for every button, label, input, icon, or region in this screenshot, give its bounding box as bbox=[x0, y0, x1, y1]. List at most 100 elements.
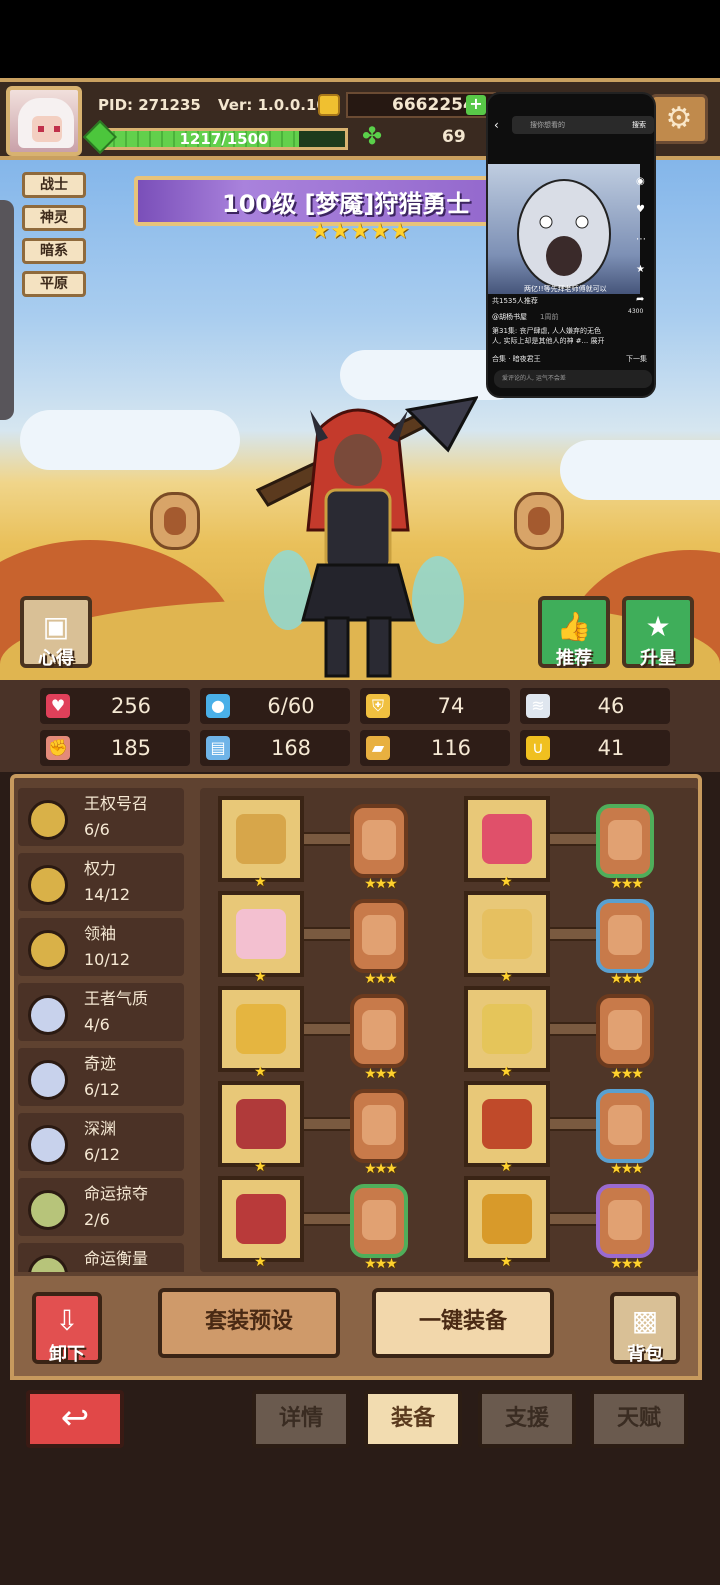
equipment-slot[interactable]: ★ bbox=[218, 796, 304, 890]
right-relic-slot[interactable] bbox=[514, 492, 564, 550]
auto-equip-button[interactable]: 一键装备 bbox=[372, 1288, 554, 1358]
equipment-item-icon bbox=[236, 1099, 286, 1149]
rune-slot[interactable]: ★★★ bbox=[596, 1089, 654, 1177]
equipment-slot[interactable]: ★ bbox=[218, 986, 304, 1080]
rune-slot[interactable]: ★★★ bbox=[350, 994, 408, 1082]
equipment-slot[interactable]: ★ bbox=[464, 986, 550, 1080]
share-icon[interactable]: ➦ bbox=[636, 294, 644, 305]
equipment-slot[interactable]: ★ bbox=[218, 891, 304, 985]
set-bonus-item[interactable]: 命运掠夺 2/6 bbox=[18, 1178, 184, 1236]
equipment-slot[interactable]: ★ bbox=[464, 1176, 550, 1270]
insight-button[interactable]: ▣ 心得 bbox=[20, 596, 92, 669]
unequip-button[interactable]: ⇩ 卸下 bbox=[32, 1292, 102, 1365]
equipment-slot[interactable]: ★ bbox=[464, 891, 550, 985]
rune-slot[interactable]: ★★★ bbox=[350, 899, 408, 987]
slot-connector bbox=[550, 1117, 600, 1131]
comment-input[interactable]: 爱评论的人, 运气不会差 bbox=[494, 370, 652, 388]
set-bonus-item[interactable]: 领袖 10/12 bbox=[18, 918, 184, 976]
stat-cell[interactable]: ♥ 256 bbox=[40, 688, 190, 724]
player-id: PID: 271235 bbox=[98, 96, 201, 114]
item-star-icon: ★ bbox=[254, 1254, 267, 1270]
recommend-button[interactable]: 👍 推荐 bbox=[538, 596, 610, 669]
rune-icon bbox=[362, 915, 396, 955]
set-progress: 6/12 bbox=[84, 1145, 120, 1164]
back-arrow-icon[interactable]: ‹ bbox=[494, 116, 499, 134]
settings-gear-button[interactable]: ⚙ bbox=[650, 94, 708, 144]
set-emblem-icon bbox=[28, 800, 68, 840]
comment-icon[interactable]: ⋯ bbox=[636, 234, 646, 245]
equipment-slot[interactable]: ★ bbox=[464, 796, 550, 890]
rune-slot[interactable]: ★★★ bbox=[350, 804, 408, 892]
set-bonus-item[interactable]: 权力 14/12 bbox=[18, 853, 184, 911]
equipment-slot[interactable]: ★ bbox=[464, 1081, 550, 1175]
item-star-icon: ★ bbox=[500, 1064, 513, 1080]
stat-cell[interactable]: ✊ 185 bbox=[40, 730, 190, 766]
terrain-tag[interactable]: 平原 bbox=[22, 271, 86, 297]
set-bonus-item[interactable]: 奇迹 6/12 bbox=[18, 1048, 184, 1106]
floating-video-window[interactable]: ‹ 搜你想看的 搜索 ◉ ♥ ⋯ ★ ➦ 4300 两亿!!等先拜老师傅就可以 … bbox=[486, 92, 656, 398]
star-up-button[interactable]: ★ 升星 bbox=[622, 596, 694, 669]
equipment-slot[interactable]: ★ bbox=[218, 1176, 304, 1270]
xp-bar: 1217/1500 bbox=[100, 128, 348, 150]
rune-star-icon: ★★★ bbox=[610, 1161, 644, 1177]
rune-slot[interactable]: ★★★ bbox=[596, 994, 654, 1082]
slot-connector bbox=[304, 832, 354, 846]
set-bonus-item[interactable]: 王者气质 4/6 bbox=[18, 983, 184, 1041]
recommend-count[interactable]: 共1535人推荐 bbox=[492, 296, 538, 306]
set-emblem-icon bbox=[28, 930, 68, 970]
class-tag[interactable]: 战士 bbox=[22, 172, 86, 198]
rune-slot[interactable]: ★★★ bbox=[350, 1089, 408, 1177]
item-star-icon: ★ bbox=[500, 969, 513, 985]
rune-slot[interactable]: ★★★ bbox=[350, 1184, 408, 1272]
slot-connector bbox=[550, 1212, 600, 1226]
rune-slot[interactable]: ★★★ bbox=[596, 804, 654, 892]
set-preset-button[interactable]: 套装预设 bbox=[158, 1288, 340, 1358]
rune-slot[interactable]: ★★★ bbox=[596, 1184, 654, 1272]
stat-cell[interactable]: ≋ 46 bbox=[520, 688, 670, 724]
tab-talent[interactable]: 天赋 bbox=[590, 1390, 688, 1448]
video-frame[interactable] bbox=[488, 164, 640, 294]
next-episode-button[interactable]: 下一集 bbox=[626, 354, 647, 364]
cloud bbox=[20, 410, 240, 470]
side-drawer-handle[interactable] bbox=[0, 200, 14, 420]
set-name: 权力 bbox=[84, 859, 117, 878]
tab-support[interactable]: 支援 bbox=[478, 1390, 576, 1448]
bag-button[interactable]: ▩ 背包 bbox=[610, 1292, 680, 1365]
add-coins-icon[interactable]: + bbox=[466, 95, 486, 115]
set-bonus-item[interactable]: 深渊 6/12 bbox=[18, 1113, 184, 1171]
series-name[interactable]: 合集 · 暗夜君王 bbox=[492, 354, 541, 364]
stat-cell[interactable]: ▰ 116 bbox=[360, 730, 510, 766]
stat-cell[interactable]: ▤ 168 bbox=[200, 730, 350, 766]
stat-cell[interactable]: ⛨ 74 bbox=[360, 688, 510, 724]
set-bonus-item[interactable]: 王权号召 6/6 bbox=[18, 788, 184, 846]
video-desc-line2[interactable]: 人, 实际上却是其他人的神 #... 展开 bbox=[492, 336, 604, 346]
avatar-eye bbox=[38, 126, 44, 132]
stat-cell[interactable]: ● 6/60 bbox=[200, 688, 350, 724]
slot-connector bbox=[304, 1117, 354, 1131]
tab-equipment[interactable]: 装备 bbox=[364, 1390, 462, 1448]
tab-details[interactable]: 详情 bbox=[252, 1390, 350, 1448]
equipment-slot[interactable]: ★ bbox=[218, 1081, 304, 1175]
video-author[interactable]: @胡杨书屋 bbox=[492, 312, 527, 322]
rune-slot[interactable]: ★★★ bbox=[596, 899, 654, 987]
profile-avatar-icon[interactable]: ◉ bbox=[636, 176, 645, 187]
player-avatar[interactable] bbox=[6, 86, 82, 156]
set-bonus-list[interactable]: 王权号召 6/6 权力 14/12 领袖 10/12 王者气质 4/6 奇迹 6/12 深渊 6/12… bbox=[18, 788, 188, 1272]
set-bonus-item[interactable]: 命运衡量 bbox=[18, 1243, 184, 1272]
slot-connector bbox=[550, 1022, 600, 1036]
slot-connector bbox=[550, 832, 600, 846]
star-up-label: 升星 bbox=[640, 648, 676, 669]
back-button[interactable]: ↩ bbox=[26, 1390, 124, 1448]
unequip-label: 卸下 bbox=[49, 1344, 85, 1365]
like-heart-icon[interactable]: ♥ bbox=[636, 204, 645, 215]
fist-icon: ✊ bbox=[46, 736, 70, 760]
stat-value: 46 bbox=[597, 694, 625, 718]
stat-cell[interactable]: ∪ 41 bbox=[520, 730, 670, 766]
favorite-star-icon[interactable]: ★ bbox=[636, 264, 645, 275]
video-search-button[interactable]: 搜索 bbox=[632, 116, 646, 134]
race-tag[interactable]: 神灵 bbox=[22, 205, 86, 231]
left-relic-slot[interactable] bbox=[150, 492, 200, 550]
equipment-item-icon bbox=[236, 814, 286, 864]
element-tag[interactable]: 暗系 bbox=[22, 238, 86, 264]
insight-label: 心得 bbox=[38, 648, 74, 669]
